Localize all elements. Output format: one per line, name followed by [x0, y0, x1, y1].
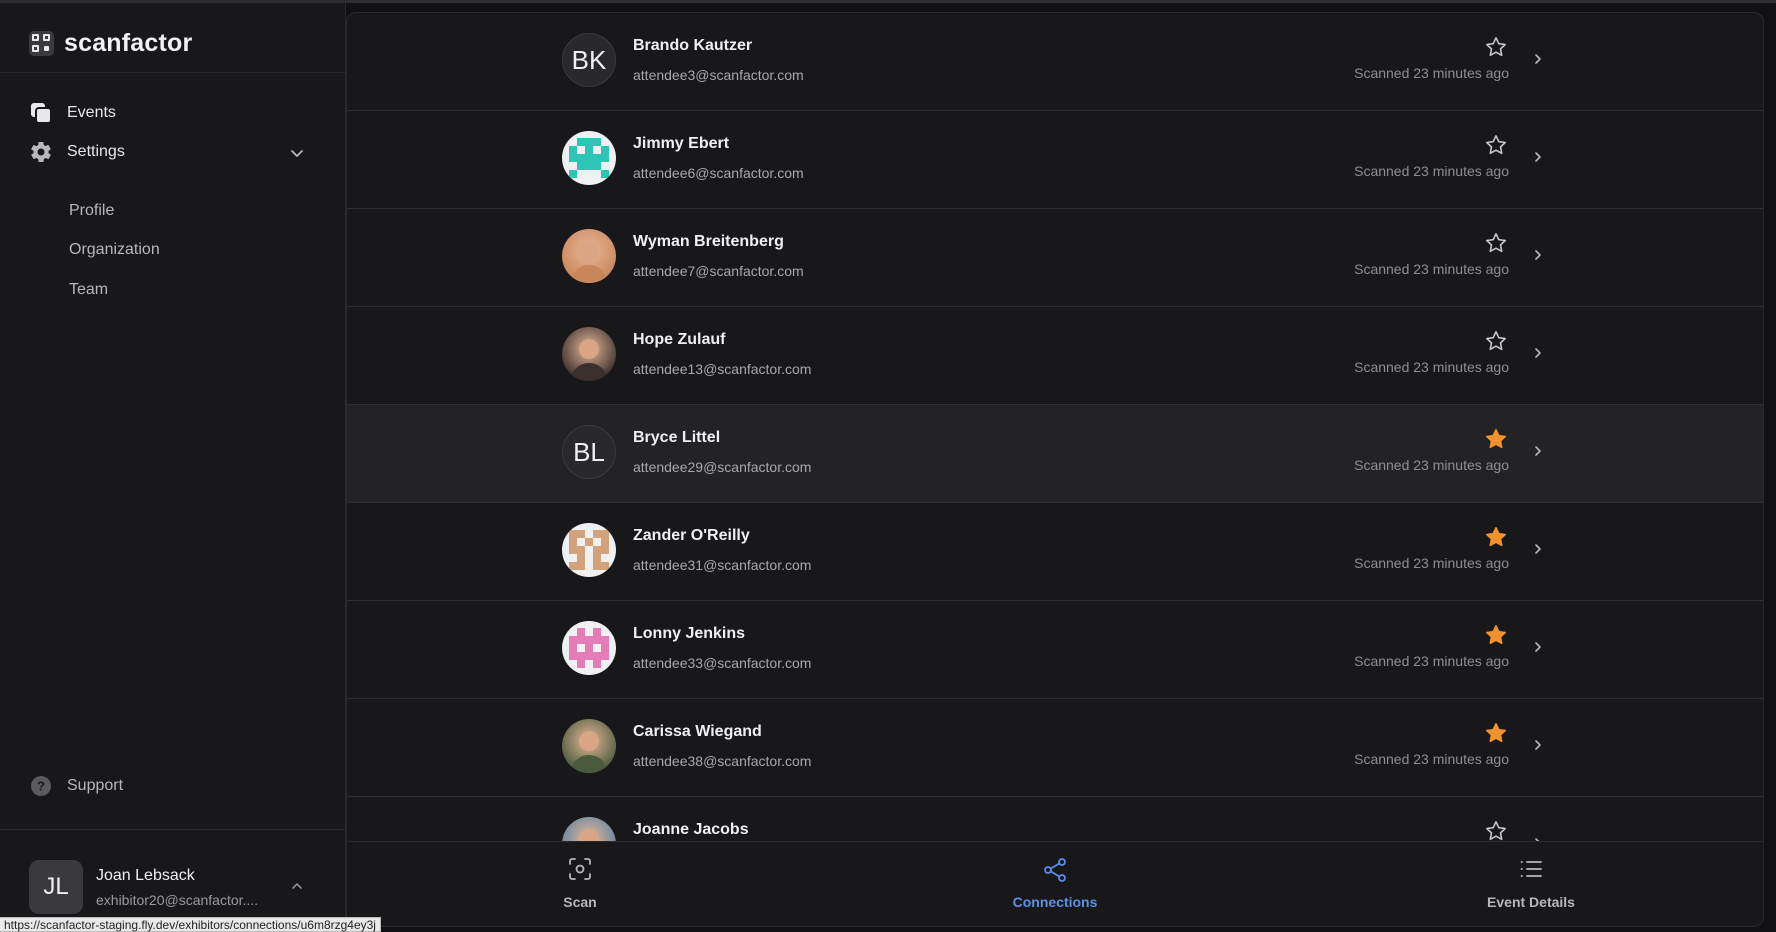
- tab-connections[interactable]: Connections: [995, 856, 1115, 910]
- chevron-right-icon: [1531, 248, 1545, 262]
- events-icon: [29, 101, 53, 125]
- tab-label: Scan: [563, 894, 597, 910]
- user-name: Joan Lebsack: [96, 866, 195, 884]
- scanned-time: Scanned 23 minutes ago: [1354, 751, 1509, 767]
- connection-row[interactable]: Jimmy Ebert attendee6@scanfactor.com Scann…: [347, 111, 1763, 209]
- connection-email: attendee31@scanfactor.com: [633, 557, 812, 573]
- chevron-down-icon[interactable]: [289, 145, 305, 166]
- scanned-time: Scanned 23 minutes ago: [1354, 261, 1509, 277]
- avatar: [562, 621, 616, 675]
- star-outline-icon[interactable]: [1484, 133, 1508, 157]
- chevron-right-icon: [1531, 150, 1545, 164]
- chevron-right-icon: [1531, 346, 1545, 360]
- connection-name: Jimmy Ebert: [633, 135, 730, 152]
- star-filled-icon[interactable]: [1484, 623, 1508, 647]
- sidebar-item-label: Support: [67, 777, 124, 794]
- connection-row[interactable]: Wyman Breitenberg attendee7@scanfactor.co…: [347, 209, 1763, 307]
- scan-icon: [520, 856, 640, 886]
- question-icon: ?: [29, 774, 53, 798]
- sidebar-item-support[interactable]: ? Support: [29, 774, 123, 798]
- share-icon: [995, 856, 1115, 886]
- chevron-up-icon: [290, 879, 304, 898]
- star-outline-icon[interactable]: [1484, 819, 1508, 843]
- connection-name: Zander O'Reilly: [633, 527, 750, 544]
- avatar: [562, 229, 616, 283]
- scanned-time: Scanned 23 minutes ago: [1354, 555, 1509, 571]
- scanned-time: Scanned 23 minutes ago: [1354, 65, 1509, 81]
- chevron-right-icon: [1531, 52, 1545, 66]
- app-logo[interactable]: scanfactor: [29, 29, 192, 58]
- star-outline-icon[interactable]: [1484, 231, 1508, 255]
- tab-label: Connections: [1012, 894, 1098, 910]
- connection-row[interactable]: BK Brando Kautzer attendee3@scanfactor.com…: [347, 13, 1763, 111]
- scanned-time: Scanned 23 minutes ago: [1354, 163, 1509, 179]
- star-filled-icon[interactable]: [1484, 525, 1508, 549]
- sidebar-divider: [0, 829, 346, 830]
- avatar: BL: [562, 425, 616, 479]
- connection-name: Joanne Jacobs: [633, 821, 749, 838]
- avatar: [562, 131, 616, 185]
- sidebar-divider: [0, 72, 346, 73]
- connection-name: Wyman Breitenberg: [633, 233, 784, 250]
- sidebar-item-label: Settings: [67, 143, 125, 160]
- connection-email: attendee7@scanfactor.com: [633, 263, 804, 279]
- gear-icon: [29, 140, 53, 164]
- user-menu[interactable]: JL Joan Lebsack exhibitor20@scanfactor..…: [29, 859, 319, 915]
- connection-email: attendee13@scanfactor.com: [633, 361, 812, 377]
- user-email: exhibitor20@scanfactor....: [96, 891, 259, 908]
- connection-row[interactable]: Zander O'Reilly attendee31@scanfactor.com…: [347, 503, 1763, 601]
- connections-panel: BK Brando Kautzer attendee3@scanfactor.com…: [346, 12, 1764, 927]
- qr-logo-icon: [29, 31, 54, 56]
- list-icon: [1471, 856, 1591, 886]
- connection-email: attendee38@scanfactor.com: [633, 753, 812, 769]
- sidebar-subitem-profile[interactable]: Profile: [69, 202, 114, 220]
- avatar: [562, 327, 616, 381]
- app-name: scanfactor: [64, 29, 193, 57]
- avatar: [562, 523, 616, 577]
- star-outline-icon[interactable]: [1484, 35, 1508, 59]
- sidebar-item-label: Events: [67, 104, 116, 121]
- tab-label: Event Details: [1487, 894, 1575, 910]
- sidebar-subitem-team[interactable]: Team: [69, 281, 108, 299]
- tab-event-details[interactable]: Event Details: [1471, 856, 1591, 910]
- sidebar: scanfactor Events Settings Profile Organ…: [0, 3, 346, 932]
- tab-scan[interactable]: Scan: [520, 856, 640, 910]
- avatar: [562, 719, 616, 773]
- connection-name: Bryce Littel: [633, 429, 721, 446]
- connection-email: attendee6@scanfactor.com: [633, 165, 804, 181]
- sidebar-subitem-organization[interactable]: Organization: [69, 241, 160, 259]
- chevron-right-icon: [1531, 444, 1545, 458]
- connection-name: Brando Kautzer: [633, 37, 753, 54]
- connection-row[interactable]: Hope Zulauf attendee13@scanfactor.com Scan…: [347, 307, 1763, 405]
- scanned-time: Scanned 23 minutes ago: [1354, 359, 1509, 375]
- avatar: JL: [29, 860, 83, 914]
- svg-text:?: ?: [37, 779, 45, 794]
- star-outline-icon[interactable]: [1484, 329, 1508, 353]
- connection-row[interactable]: Carissa Wiegand attendee38@scanfactor.com…: [347, 699, 1763, 797]
- sidebar-item-settings[interactable]: Settings: [29, 140, 307, 164]
- connection-name: Lonny Jenkins: [633, 625, 746, 642]
- chevron-right-icon: [1531, 738, 1545, 752]
- link-preview-url: https://scanfactor-staging.fly.dev/exhib…: [0, 917, 381, 932]
- star-filled-icon[interactable]: [1484, 721, 1508, 745]
- sidebar-item-events[interactable]: Events: [29, 101, 116, 125]
- connection-email: attendee3@scanfactor.com: [633, 67, 804, 83]
- connection-name: Hope Zulauf: [633, 331, 726, 348]
- connection-row[interactable]: Lonny Jenkins attendee33@scanfactor.com Sc…: [347, 601, 1763, 699]
- star-filled-icon[interactable]: [1484, 427, 1508, 451]
- connection-name: Carissa Wiegand: [633, 723, 762, 740]
- avatar: BK: [562, 33, 616, 87]
- scanned-time: Scanned 23 minutes ago: [1354, 457, 1509, 473]
- connection-email: attendee29@scanfactor.com: [633, 459, 812, 475]
- connection-email: attendee33@scanfactor.com: [633, 655, 812, 671]
- scanned-time: Scanned 23 minutes ago: [1354, 653, 1509, 669]
- chevron-right-icon: [1531, 640, 1545, 654]
- connection-row[interactable]: BL Bryce Littel attendee29@scanfactor.com S…: [347, 405, 1763, 503]
- bottom-tab-bar: Scan Connections Event Details: [347, 841, 1763, 926]
- chevron-right-icon: [1531, 542, 1545, 556]
